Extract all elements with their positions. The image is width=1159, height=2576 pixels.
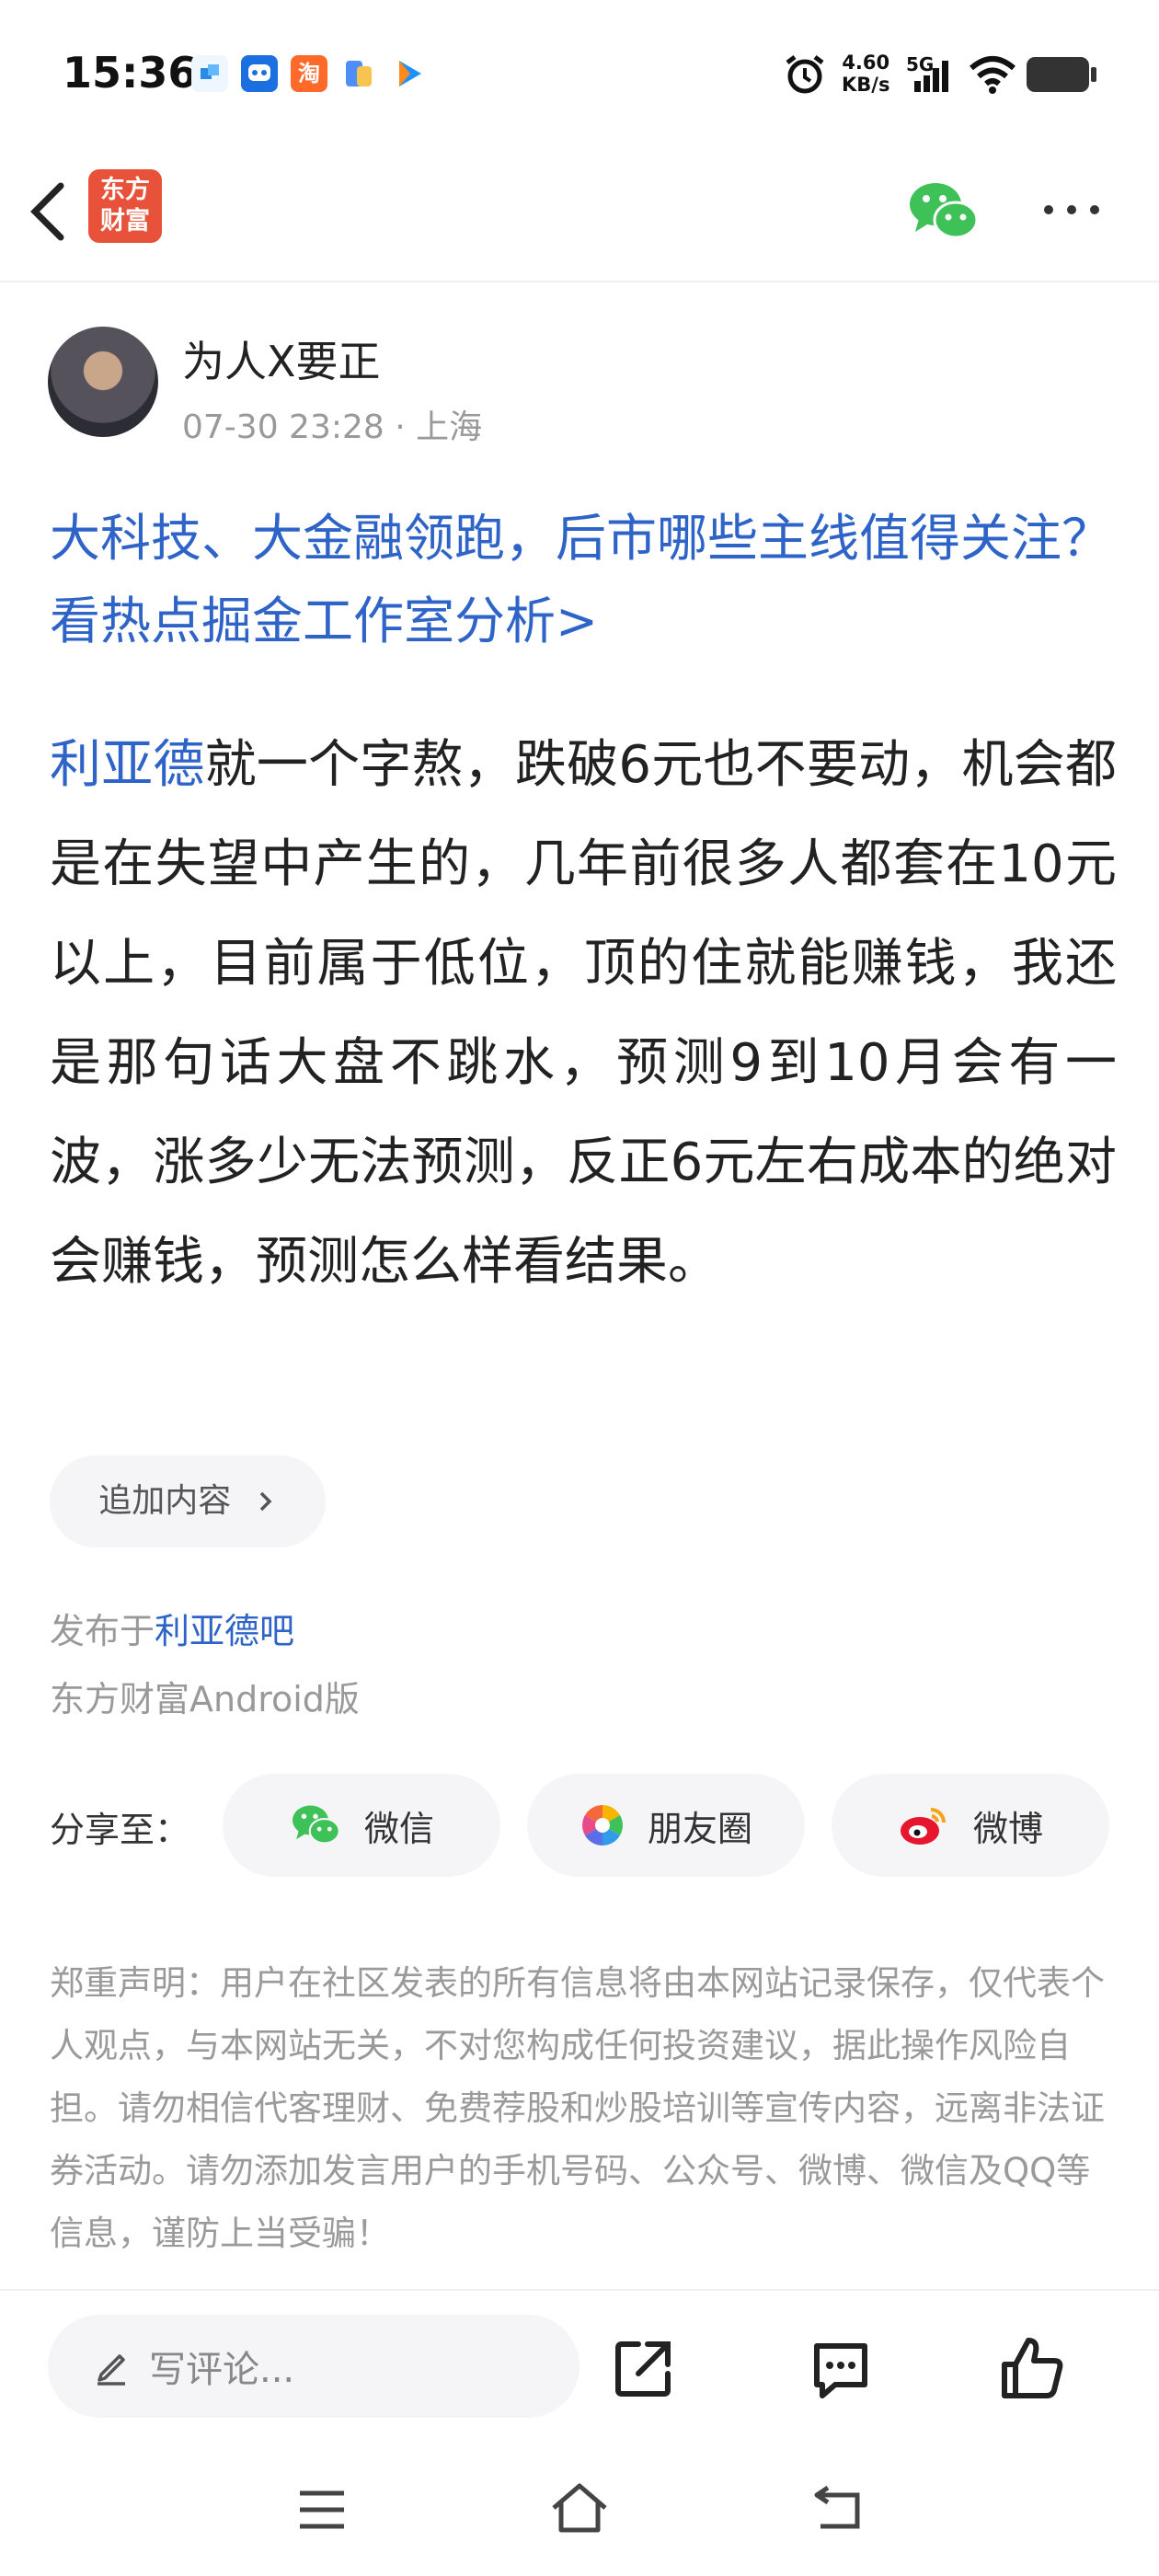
client-info: 东方财富Android版 (50, 1679, 360, 1719)
network-speed-value: 4.60 (842, 52, 890, 74)
wifi-icon (970, 56, 1016, 94)
wechat-icon (910, 183, 979, 239)
promo-headline-link[interactable]: 大科技、大金融领跑，后市哪些主线值得关注？看热点掘金工作室分析> (50, 497, 1117, 662)
add-content-button[interactable]: 追加内容 (50, 1455, 326, 1547)
network-speed: 4.60 KB/s (842, 52, 889, 96)
share-weibo-button[interactable]: 微博 (832, 1774, 1109, 1877)
menu-icon[interactable] (294, 2484, 350, 2536)
comment-placeholder: 写评论... (149, 2349, 295, 2391)
back-button[interactable] (20, 175, 75, 248)
post-body-text: 就一个字熬，跌破6元也不要动，机会都是在失望中产生的，几年前很多人都套在10元以… (50, 735, 1117, 1292)
app-logo[interactable]: 东方 财富 (88, 169, 162, 243)
thumbs-up-icon[interactable] (997, 2333, 1067, 2403)
share-wechat-button[interactable]: 微信 (223, 1774, 500, 1877)
battery-icon (1027, 57, 1096, 92)
notification-app-icon (390, 55, 427, 92)
chevron-right-icon (259, 1491, 272, 1512)
disclaimer: 郑重声明：用户在社区发表的所有信息将由本网站记录保存，仅代表个人观点，与本网站无… (50, 1963, 1105, 2253)
app-logo-line1: 东方 (100, 176, 150, 204)
comment-icon[interactable] (808, 2337, 874, 2403)
share-weibo-label: 微博 (972, 1808, 1043, 1849)
post-body: 利亚德就一个字熬，跌破6元也不要动，机会都是在失望中产生的，几年前很多人都套在1… (50, 716, 1117, 1312)
more-button[interactable] (1039, 191, 1104, 228)
alarm-icon (786, 55, 824, 94)
post-meta: 07-30 23:28 · 上海 (182, 408, 483, 446)
bottom-action-bar: 写评论... (0, 2289, 1159, 2429)
notification-app-icon: 淘 (291, 55, 327, 92)
author-avatar[interactable] (48, 327, 158, 437)
forum-link[interactable]: 利亚德吧 (155, 1611, 294, 1651)
author-name[interactable]: 为人X要正 (182, 328, 381, 389)
notification-app-icon (191, 55, 228, 92)
stock-link[interactable]: 利亚德 (50, 735, 205, 795)
network-speed-unit: KB/s (842, 74, 890, 96)
top-nav-bar: 东方 财富 (0, 147, 1159, 282)
app-logo-line2: 财富 (100, 207, 150, 236)
notification-app-icon (340, 55, 377, 92)
share-out-icon[interactable] (611, 2335, 677, 2401)
moments-icon (582, 1805, 623, 1846)
back-icon (30, 182, 64, 241)
comment-input[interactable]: 写评论... (48, 2315, 580, 2418)
share-wechat-label: 微信 (363, 1808, 434, 1849)
status-time: 15:36 (63, 48, 198, 98)
pencil-icon (98, 2354, 125, 2386)
weibo-icon (900, 1808, 946, 1845)
signal-icon (914, 61, 948, 92)
status-bar: 15:36 淘 4.60 KB/s 5G (0, 0, 1159, 147)
share-moments-button[interactable]: 朋友圈 (527, 1774, 805, 1877)
wechat-icon (292, 1805, 340, 1845)
share-moments-label: 朋友圈 (647, 1808, 752, 1849)
published-prefix: 发布于 (50, 1611, 155, 1651)
system-nav-bar (0, 2447, 1159, 2576)
notification-app-icon (241, 55, 278, 92)
return-icon[interactable] (808, 2484, 865, 2536)
published-in: 发布于利亚德吧 (50, 1603, 294, 1653)
more-icon (1044, 205, 1099, 214)
wechat-share-button[interactable] (906, 178, 980, 245)
home-icon[interactable] (548, 2480, 611, 2537)
add-content-label: 追加内容 (98, 1482, 232, 1520)
share-label: 分享至： (50, 1810, 190, 1850)
